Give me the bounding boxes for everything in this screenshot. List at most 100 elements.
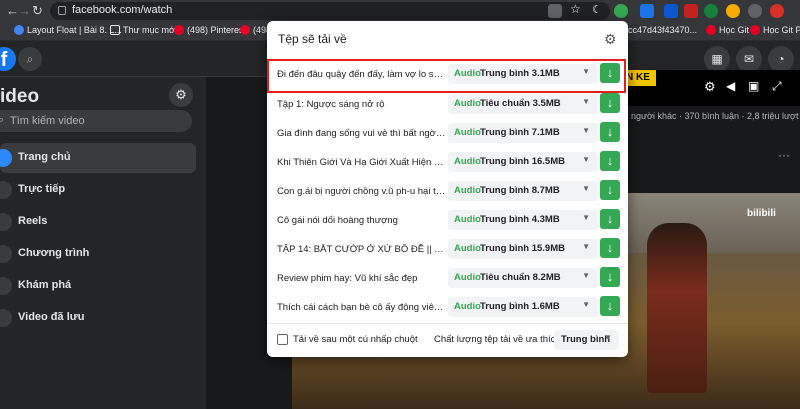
miniplayer-icon[interactable]: ▣	[748, 79, 759, 93]
bookmark-icon	[14, 25, 24, 35]
quality-select[interactable]: Audio Tiêu chuẩn 8.2MB ▼	[448, 268, 598, 288]
quality-select[interactable]: Audio Tiêu chuẩn 3.5MB ▼	[448, 94, 598, 114]
chevron-down-icon: ▼	[582, 300, 590, 309]
settings-gear-icon[interactable]: ⚙	[169, 83, 193, 107]
address-bar[interactable]: facebook.com/watch	[50, 2, 610, 20]
search-icon: ⌕	[0, 114, 5, 126]
download-button[interactable]: ↓	[600, 296, 620, 316]
chevron-down-icon: ▼	[582, 97, 590, 106]
video-character	[647, 223, 707, 393]
forward-icon[interactable]: →	[18, 3, 31, 18]
screen-icon[interactable]	[548, 4, 562, 18]
video-meta: người khác · 370 bình luận · 2,8 triệu l…	[631, 111, 800, 121]
bookmark-icon	[706, 25, 716, 35]
notification-icon[interactable]: ◔	[768, 46, 794, 72]
quality-select[interactable]: Audio Trung bình 4.3MB ▼	[448, 210, 598, 230]
tab-label[interactable]: Học Git Phâ	[750, 25, 800, 35]
download-row: Thích cái cách bạn bè cô ấy động viên c.…	[267, 294, 628, 324]
sidebar-title: ideo	[0, 86, 40, 107]
extension-icon[interactable]	[640, 4, 654, 18]
download-button[interactable]: ↓	[600, 63, 620, 83]
preferred-quality-label: Chất lượng tệp tải về ưa thích	[434, 334, 561, 345]
reload-icon[interactable]: ↻	[32, 3, 43, 19]
download-button[interactable]: ↓	[600, 93, 620, 113]
quality-select[interactable]: Audio Trung bình 7.1MB ▼	[448, 123, 598, 143]
sidebar-item-shows[interactable]: Chương trình	[0, 239, 196, 269]
moon-icon[interactable]: ☾	[592, 3, 606, 17]
sidebar-item-home[interactable]: Trang chủ	[0, 143, 196, 173]
one-click-checkbox[interactable]	[277, 334, 288, 345]
search-placeholder: Tìm kiếm video	[10, 115, 85, 127]
quality-select[interactable]: Audio Trung bình 8.7MB ▼	[448, 181, 598, 201]
volume-icon[interactable]: ◀	[726, 79, 735, 93]
star-icon[interactable]: ☆	[570, 2, 584, 16]
quality-select[interactable]: Audio Trung bình 3.1MB ▼	[448, 64, 598, 84]
extension-icon-4[interactable]	[726, 4, 740, 18]
search-icon[interactable]: ⌕	[18, 47, 42, 71]
quality-select[interactable]: Audio Trung bình 1.6MB ▼	[448, 297, 598, 317]
bilibili-watermark: bilibili	[747, 208, 776, 219]
popup-title: Tệp sẽ tải về	[278, 32, 347, 46]
bookmark-icon	[750, 25, 760, 35]
chevron-down-icon: ▼	[604, 333, 612, 342]
pinterest-icon	[174, 25, 184, 35]
download-button[interactable]: ↓	[600, 209, 620, 229]
chevron-down-icon: ▼	[582, 67, 590, 76]
tab-label[interactable]: cc47d43f43470...	[628, 25, 697, 35]
bookmark-folder[interactable]: Thư mục mới	[110, 25, 177, 35]
menu-grid-icon[interactable]: ▦	[704, 46, 730, 72]
extension-icon-2[interactable]	[664, 4, 678, 18]
preferred-quality-select[interactable]: Trung bình ▼	[554, 330, 619, 350]
shows-icon	[0, 245, 12, 263]
chevron-down-icon: ▼	[582, 271, 590, 280]
file-name: Thích cái cách bạn bè cô ấy động viên c.…	[277, 302, 447, 313]
download-button[interactable]: ↓	[600, 238, 620, 258]
download-button[interactable]: ↓	[600, 122, 620, 142]
pinterest-icon	[240, 25, 250, 35]
file-name: Khi Thiên Giới Và Hạ Giới Xuất Hiện Một.…	[277, 157, 447, 168]
sidebar-item-explore[interactable]: Khám phá	[0, 271, 196, 301]
tab-label[interactable]: Học Git	[706, 25, 749, 35]
home-icon	[0, 149, 12, 167]
sidebar-item-saved[interactable]: Video đã lưu	[0, 303, 196, 333]
download-row: Cô gái nói dối hoàng thượng Audio Trung b…	[267, 207, 628, 237]
download-button[interactable]: ↓	[600, 267, 620, 287]
grammarly-icon[interactable]	[704, 4, 718, 18]
download-button[interactable]: ↓	[600, 180, 620, 200]
messenger-icon[interactable]: ✉	[736, 46, 762, 72]
quality-select[interactable]: Audio Trung bình 15.9MB ▼	[448, 239, 598, 259]
folder-icon	[110, 25, 120, 35]
browser-toolbar: ← → ↻ facebook.com/watch ☆ ☾	[0, 0, 800, 22]
download-row: Khi Thiên Giới Và Hạ Giới Xuất Hiện Một.…	[267, 149, 628, 179]
reels-icon	[0, 213, 12, 231]
video-search-input[interactable]: ⌕ Tìm kiếm video	[0, 110, 192, 132]
one-click-label: Tải về sau một cú nhấp chuột	[293, 334, 418, 345]
download-row: TẬP 14: BẮT CƯỚP Ở XỨ BỒ ĐỀ || TÂY D... …	[267, 236, 628, 266]
extension-icon-6[interactable]	[770, 4, 784, 18]
file-name: Đi đến đâu quậy đến đấy, làm vợ lo sốt v…	[277, 69, 447, 80]
more-options-icon[interactable]: ···	[778, 148, 790, 162]
download-extension-icon[interactable]	[614, 4, 628, 18]
sidebar-item-reels[interactable]: Reels	[0, 207, 196, 237]
divider	[267, 323, 628, 324]
file-name: Tập 1: Ngược sáng nở rộ	[277, 99, 385, 110]
extension-icon-5[interactable]	[748, 4, 762, 18]
url-text: facebook.com/watch	[72, 4, 173, 16]
chevron-down-icon: ▼	[582, 242, 590, 251]
extension-icon-3[interactable]	[684, 4, 698, 18]
file-name: TẬP 14: BẮT CƯỚP Ở XỨ BỒ ĐỀ || TÂY D...	[277, 244, 447, 255]
download-row: Tập 1: Ngược sáng nở rộ Audio Tiêu chuẩn …	[267, 91, 628, 121]
chevron-down-icon: ▼	[582, 126, 590, 135]
facebook-logo-icon[interactable]: f	[0, 47, 16, 71]
fullscreen-icon[interactable]: ⤢	[772, 79, 782, 94]
bookmark-item[interactable]: Layout Float | Bài 8. L...	[14, 25, 122, 35]
bookmark-item[interactable]: (498) Pinterest	[174, 25, 246, 35]
file-name: Con g.ái bị người chồng v.ũ ph-u hại th.…	[277, 186, 447, 197]
chevron-down-icon: ▼	[582, 155, 590, 164]
settings-gear-icon[interactable]: ⚙	[604, 31, 617, 48]
quality-select[interactable]: Audio Trung bình 16.5MB ▼	[448, 152, 598, 172]
download-button[interactable]: ↓	[600, 151, 620, 171]
download-row: Đi đến đâu quậy đến đấy, làm vợ lo sốt v…	[267, 59, 626, 93]
sidebar-item-live[interactable]: Trực tiếp	[0, 175, 196, 205]
settings-icon[interactable]: ⚙	[704, 79, 716, 95]
